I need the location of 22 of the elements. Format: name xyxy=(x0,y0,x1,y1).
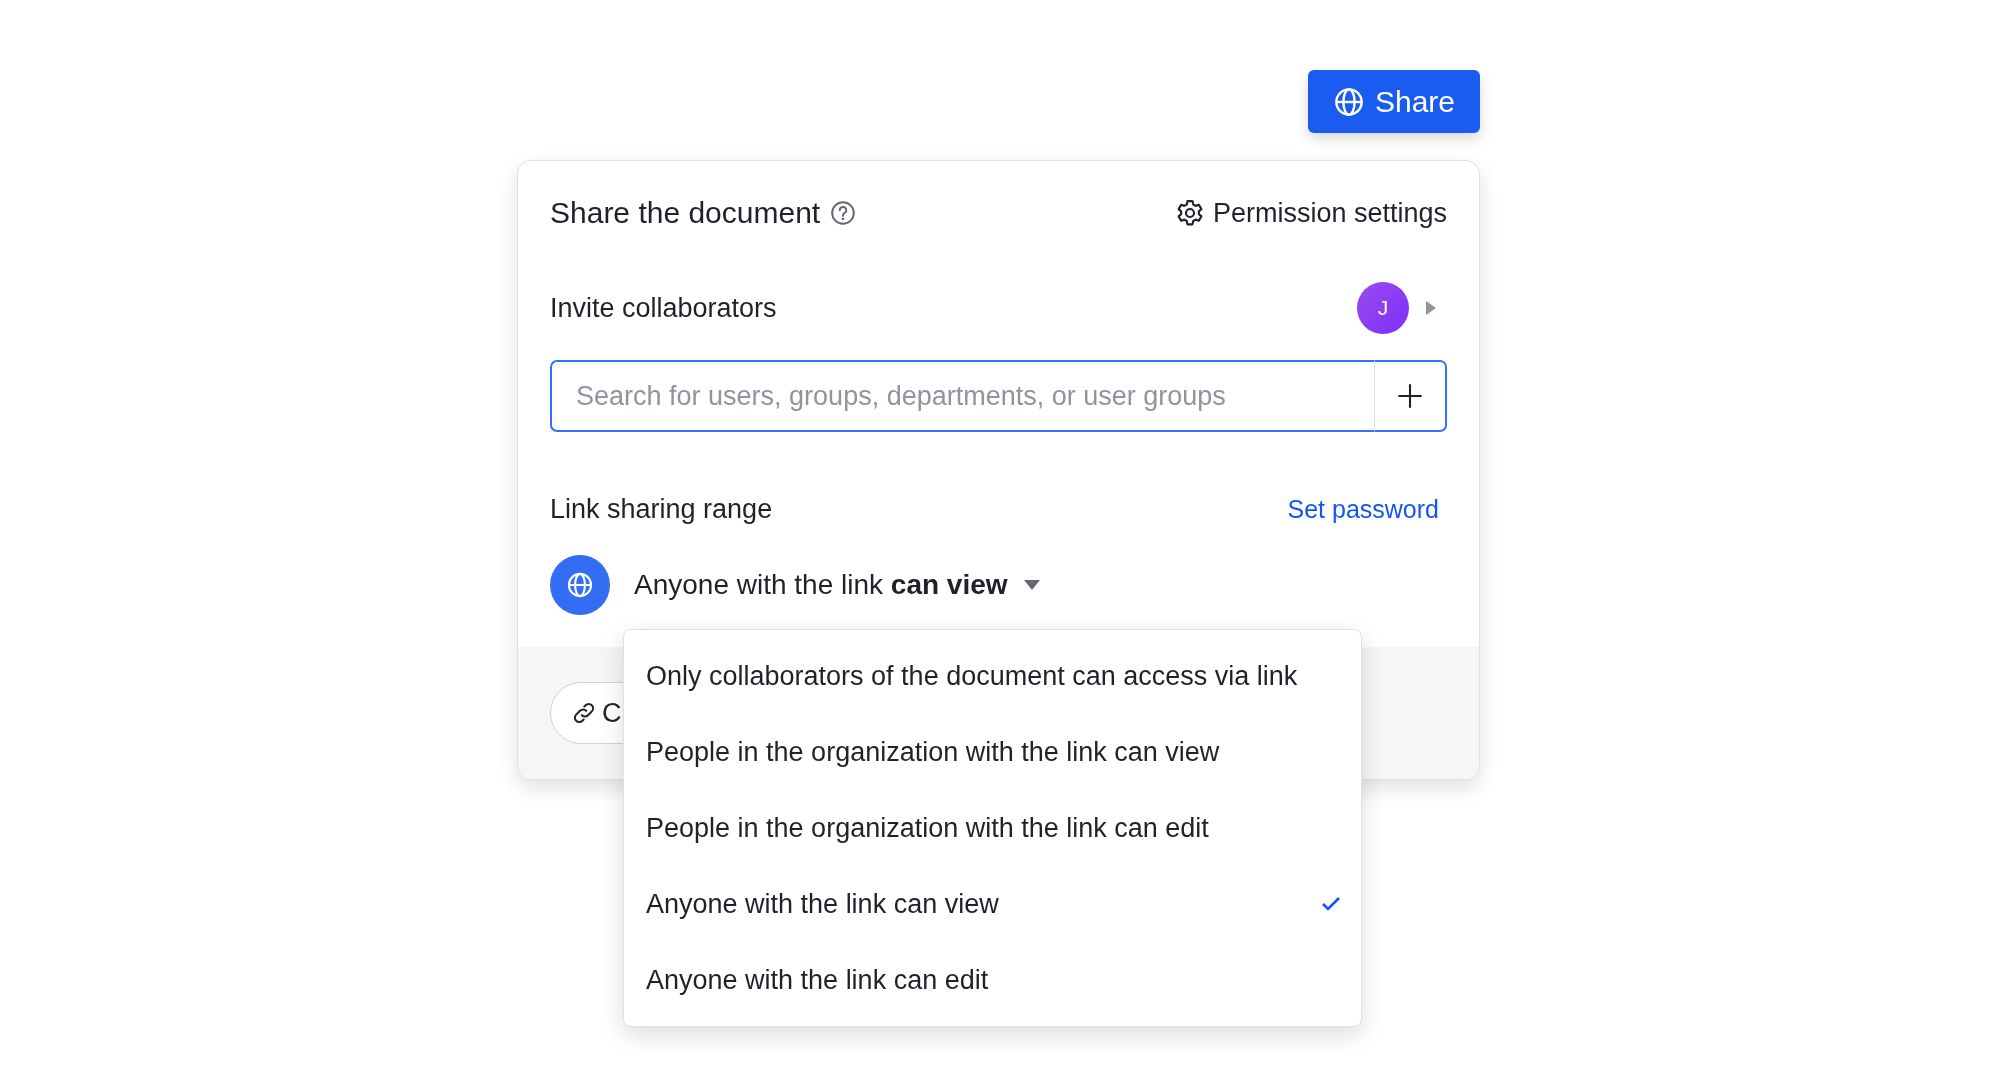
caret-icon xyxy=(1023,580,1040,590)
plus-icon xyxy=(1396,382,1424,410)
globe-icon xyxy=(566,571,594,599)
menu-item[interactable]: People in the organization with the link can edit xyxy=(624,790,1362,866)
permission-settings-button[interactable]: Permission settings xyxy=(1174,197,1447,229)
set-password-link[interactable]: Set password xyxy=(1287,495,1447,524)
add-button[interactable] xyxy=(1374,360,1447,432)
search-field[interactable]: Search for users, groups, departments, or user groups xyxy=(550,360,1374,432)
expand-arrow-icon[interactable] xyxy=(1425,300,1437,316)
menu-item[interactable]: People in the organization with the link can view xyxy=(624,714,1362,790)
panel-title: Share the document xyxy=(550,196,821,230)
link-sharing-label: Link sharing range xyxy=(550,494,773,525)
link-access-dropdown[interactable]: Anyone with the link can view xyxy=(634,569,1040,601)
globe-icon xyxy=(1332,85,1365,118)
help-icon[interactable] xyxy=(830,200,857,226)
link-icon xyxy=(571,700,597,726)
user-avatar[interactable]: J xyxy=(1357,282,1409,334)
menu-item[interactable]: Only collaborators of the document can access via link xyxy=(624,638,1362,714)
invite-collaborators-label: Invite collaborators xyxy=(550,292,777,324)
menu-item[interactable]: Anyone with the link can view xyxy=(624,866,1362,942)
share-button[interactable]: Share xyxy=(1307,70,1480,133)
menu-item[interactable]: Anyone with the link can edit xyxy=(624,942,1362,1018)
